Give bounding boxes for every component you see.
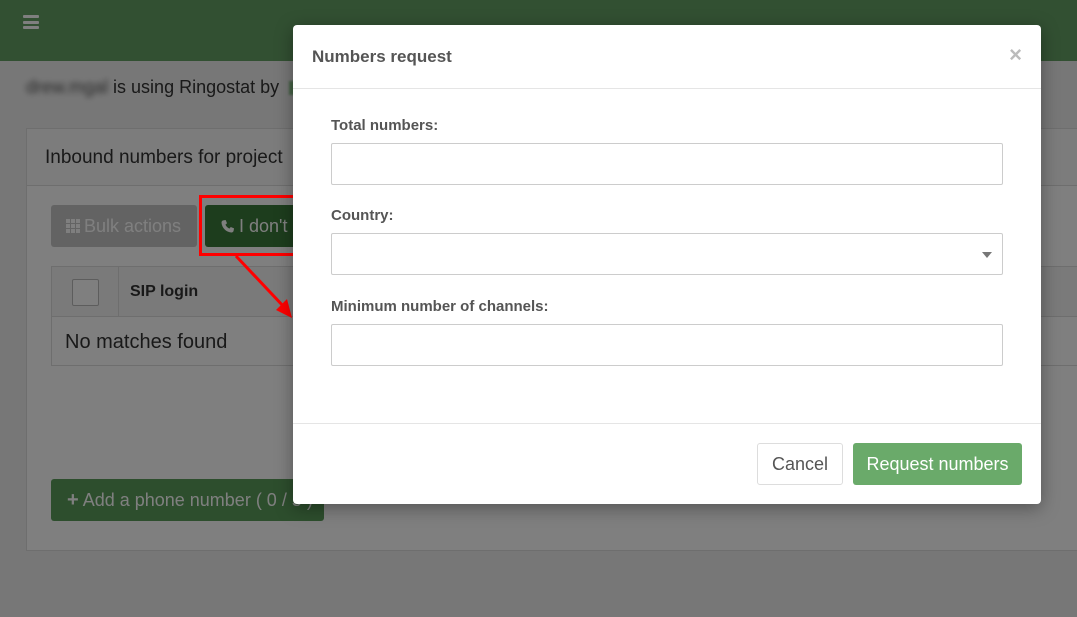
close-icon[interactable]: ×	[1009, 42, 1022, 68]
country-label: Country:	[331, 207, 394, 224]
modal-title: Numbers request	[312, 47, 452, 66]
min-channels-field[interactable]	[331, 324, 1003, 366]
total-numbers-field[interactable]	[331, 143, 1003, 185]
request-numbers-button[interactable]: Request numbers	[853, 443, 1022, 485]
min-channels-input[interactable]	[332, 325, 1002, 365]
total-numbers-input[interactable]	[332, 144, 1002, 184]
modal-footer: Cancel Request numbers	[293, 423, 1041, 504]
total-numbers-label: Total numbers:	[331, 117, 439, 134]
numbers-request-modal: Numbers request × Total numbers: Country…	[293, 25, 1041, 504]
min-channels-label: Minimum number of channels:	[331, 298, 549, 315]
country-select[interactable]	[331, 233, 1003, 275]
cancel-button[interactable]: Cancel	[757, 443, 843, 485]
annotation-arrow-icon	[234, 254, 292, 318]
chevron-down-icon	[982, 252, 992, 258]
modal-header: Numbers request ×	[293, 25, 1041, 89]
highlight-box	[199, 195, 296, 256]
